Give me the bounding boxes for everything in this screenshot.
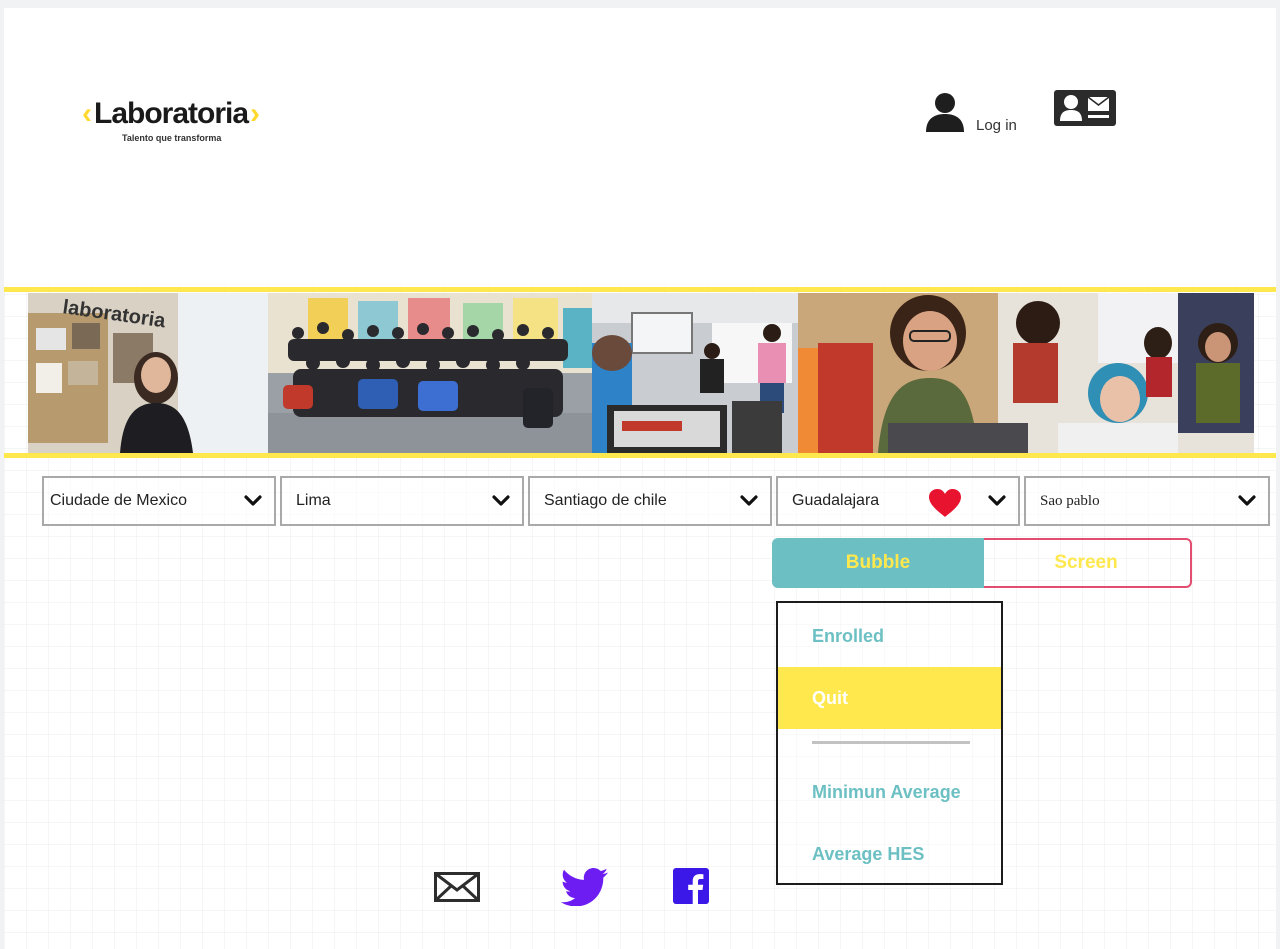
photo-banner: laboratoria bbox=[28, 293, 1254, 453]
chevron-down-icon bbox=[244, 495, 262, 506]
laboratoria-logo[interactable]: ‹ Laboratoria › Talento que transforma bbox=[82, 96, 292, 156]
logo-bracket-left: ‹ bbox=[82, 97, 92, 130]
twitter-icon[interactable] bbox=[560, 868, 609, 911]
email-icon[interactable] bbox=[434, 872, 480, 907]
chevron-down-icon bbox=[740, 495, 758, 506]
banner-photo-4 bbox=[798, 293, 1254, 453]
banner-photo-2 bbox=[268, 293, 592, 453]
menu-item-minimum-average[interactable]: Minimun Average bbox=[778, 761, 1001, 823]
metric-menu: Enrolled Quit Minimun Average Average HE… bbox=[776, 601, 1003, 885]
facebook-icon[interactable] bbox=[673, 868, 709, 909]
city-select-lima[interactable]: Lima bbox=[280, 476, 524, 526]
logo-tagline: Talento que transforma bbox=[122, 133, 222, 143]
chevron-down-icon bbox=[1238, 495, 1256, 506]
screen-toggle-button[interactable]: Screen bbox=[980, 538, 1192, 588]
contact-card-icon[interactable] bbox=[1054, 90, 1116, 131]
page: ‹ Laboratoria › Talento que transforma L… bbox=[4, 8, 1276, 949]
menu-item-average-hes[interactable]: Average HES bbox=[778, 823, 1001, 885]
city-select-label: Santiago de chile bbox=[544, 492, 667, 509]
banner-border-bottom bbox=[4, 453, 1276, 458]
banner-photo-1: laboratoria bbox=[28, 293, 268, 453]
city-select-label: Ciudade de Mexico bbox=[50, 492, 187, 509]
city-select-guadalajara[interactable]: Guadalajara bbox=[776, 476, 1020, 526]
city-select-label: Sao pablo bbox=[1040, 492, 1100, 509]
banner-photo-3 bbox=[592, 293, 798, 453]
city-select-label: Guadalajara bbox=[792, 492, 880, 509]
chevron-down-icon bbox=[988, 495, 1006, 506]
view-toggle: Screen Bubble bbox=[772, 538, 1192, 588]
menu-divider bbox=[812, 741, 970, 744]
menu-item-enrolled[interactable]: Enrolled bbox=[778, 605, 1001, 667]
banner-border-top bbox=[4, 287, 1276, 292]
login-label: Log in bbox=[976, 117, 1017, 134]
logo-name: Laboratoria bbox=[94, 97, 249, 130]
user-icon bbox=[926, 93, 964, 132]
city-select-mexico[interactable]: Ciudade de Mexico bbox=[42, 476, 276, 526]
city-select-label: Lima bbox=[296, 492, 331, 509]
bubble-toggle-button[interactable]: Bubble bbox=[772, 538, 984, 588]
city-select-santiago[interactable]: Santiago de chile bbox=[528, 476, 772, 526]
menu-item-quit[interactable]: Quit bbox=[778, 667, 1001, 729]
login-link[interactable]: Log in bbox=[924, 92, 1017, 134]
chevron-down-icon bbox=[492, 495, 510, 506]
logo-bracket-right: › bbox=[250, 97, 261, 130]
heart-icon[interactable] bbox=[928, 488, 962, 518]
city-select-sao-paulo[interactable]: Sao pablo bbox=[1024, 476, 1270, 526]
